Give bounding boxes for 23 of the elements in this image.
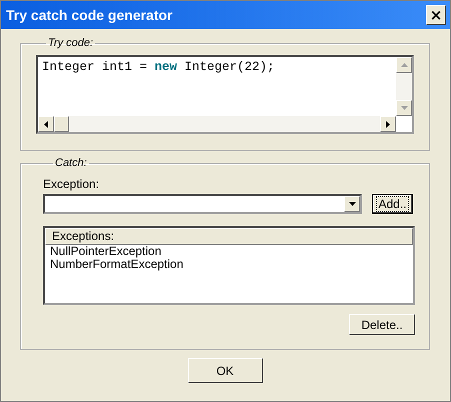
list-item[interactable]: NullPointerException [45,245,413,258]
exception-combo-box[interactable] [43,194,362,214]
list-item[interactable]: NumberFormatException [45,258,413,271]
vertical-scrollbar[interactable] [396,57,412,116]
list-header[interactable]: Exceptions: [45,228,413,245]
left-arrow-icon [44,120,48,128]
delete-button[interactable]: Delete.. [349,314,415,335]
down-arrow-icon [400,106,408,110]
window-title: Try catch code generator [6,7,173,23]
exception-label: Exception: [43,177,100,191]
group-legend: Catch: [53,157,89,169]
group-legend: Try code: [46,37,96,49]
ok-button[interactable]: OK [188,358,262,383]
code-editor[interactable]: Integer int1 = new Integer(22); [36,55,414,134]
close-button[interactable]: × [426,5,446,25]
exceptions-list[interactable]: Exceptions: NullPointerException NumberFormatException [43,226,415,305]
code-line: Integer int1 = new Integer(22); [41,59,276,76]
right-arrow-icon [386,120,390,128]
horizontal-scrollbar[interactable] [38,116,396,132]
dropdown-arrow-icon [348,202,356,206]
scrollbar-thumb[interactable] [54,116,69,132]
up-arrow-icon [400,63,408,67]
add-button[interactable]: Add.. [372,194,413,214]
